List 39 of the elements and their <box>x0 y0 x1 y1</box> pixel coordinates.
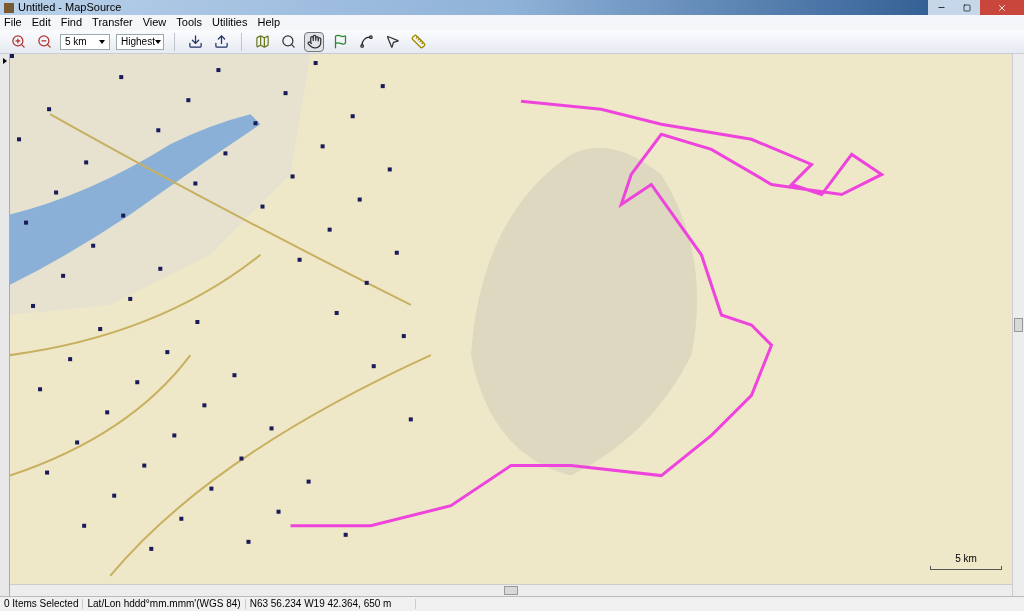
zoom-in-icon <box>10 34 26 49</box>
app-icon <box>4 2 14 13</box>
pointer-icon <box>384 34 400 49</box>
upload-icon <box>213 34 229 49</box>
map-icon <box>254 34 270 49</box>
horizontal-scrollbar[interactable] <box>10 584 1012 596</box>
scroll-thumb[interactable] <box>1014 318 1023 332</box>
topographic-map[interactable]: 5 km <box>10 54 1012 584</box>
hand-icon <box>306 34 322 49</box>
window-title: Untitled - MapSource <box>18 2 122 13</box>
menu-item[interactable]: Edit <box>31 17 51 28</box>
hand-tool[interactable] <box>304 31 324 52</box>
status-text: N63 56.234 W19 42.364, 650 m <box>245 599 417 609</box>
caret-icon <box>99 39 105 44</box>
zoom-out-icon <box>36 34 52 49</box>
vertical-scrollbar[interactable] <box>1012 54 1024 596</box>
download-icon <box>187 34 203 49</box>
scale-bar <box>930 566 1002 570</box>
menu-item[interactable]: Find <box>60 17 83 28</box>
zoom-dropdown[interactable]: 5 km <box>60 33 110 50</box>
status-text: 0 Items Selected <box>0 599 84 609</box>
menu-item[interactable]: Help <box>257 17 281 28</box>
magnifier-icon <box>280 34 296 49</box>
scroll-thumb[interactable] <box>504 586 518 595</box>
status-text: Lat/Lon hddd°mm.mmm'(WGS 84) <box>83 599 246 609</box>
close-icon <box>997 2 1007 13</box>
menu-item[interactable]: Tools <box>176 17 202 28</box>
detail-dropdown[interactable]: Highest <box>116 33 164 50</box>
menu-item[interactable]: Utilities <box>212 17 248 28</box>
flag-icon <box>332 34 348 49</box>
arrow-icon[interactable] <box>2 58 7 64</box>
menu-item[interactable]: File <box>4 17 22 28</box>
maximize-icon <box>963 3 971 12</box>
menu-item[interactable]: Transfer <box>92 17 133 28</box>
ruler-icon <box>410 34 426 49</box>
menu-item[interactable]: View <box>142 17 167 28</box>
route-icon <box>358 34 374 49</box>
scale-label: 5 km <box>955 552 977 566</box>
caret-icon <box>154 39 161 44</box>
